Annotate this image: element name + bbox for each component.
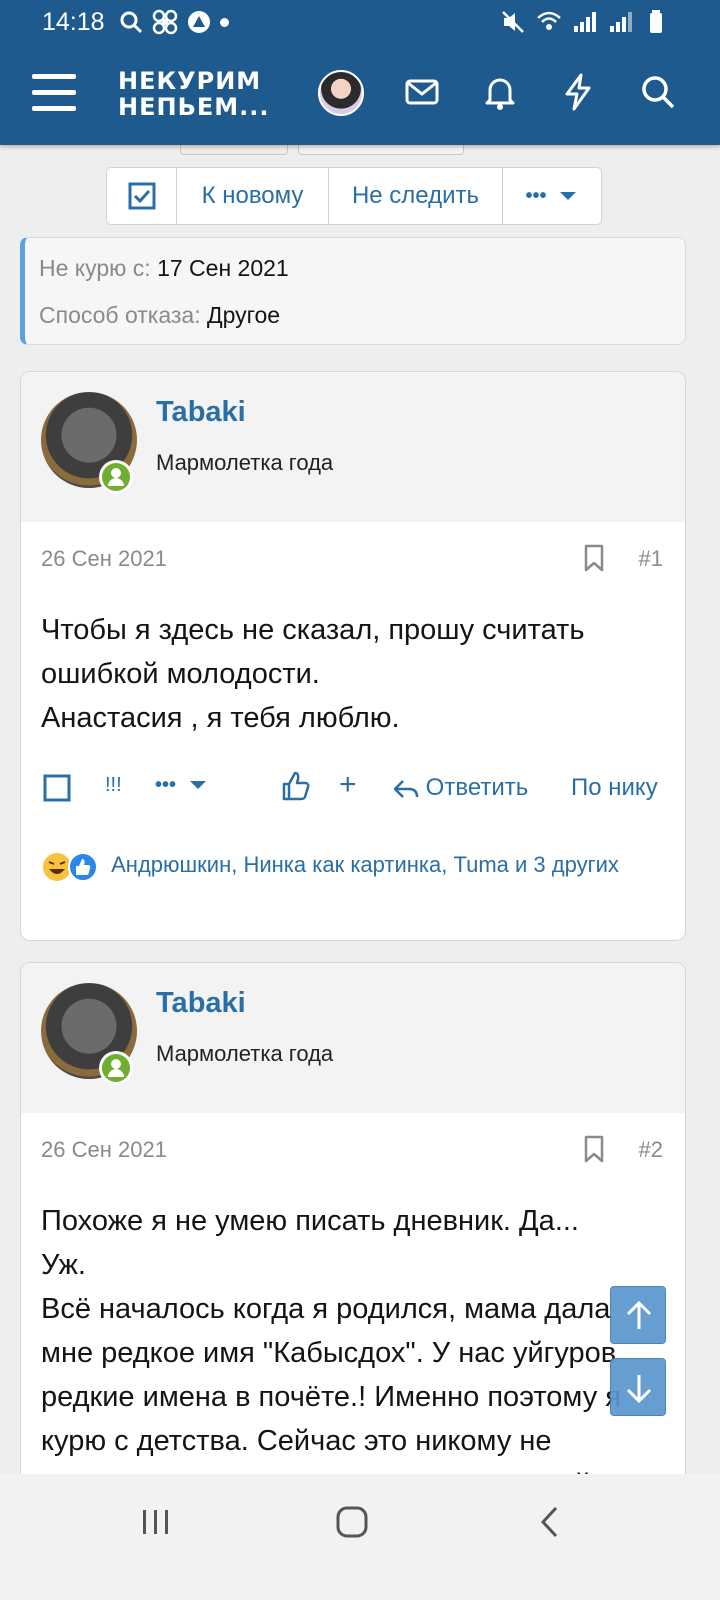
post-text-line: ошибкой молодости. xyxy=(41,658,320,690)
online-status-icon xyxy=(99,1051,133,1085)
post-text-line: Похоже я не умею писать дневник. Да... xyxy=(41,1205,579,1237)
reaction-icons xyxy=(41,851,103,883)
post-username[interactable]: Tabaki xyxy=(156,987,246,1020)
post-header: Tabaki Мармолетка года xyxy=(21,963,685,1113)
post-text-line: Всё началось когда я родился, мама дала xyxy=(41,1293,611,1325)
quit-method-label: Способ отказа: xyxy=(39,302,201,328)
post-date[interactable]: 26 Сен 2021 xyxy=(41,1137,167,1163)
reply-button[interactable]: Ответить xyxy=(393,774,528,802)
signal-2-icon xyxy=(610,12,632,32)
post-header: Tabaki Мармолетка года xyxy=(21,372,685,522)
quit-date-label: Не курю с: xyxy=(39,255,151,281)
app-notification-icon xyxy=(188,11,210,33)
jump-to-new-button[interactable]: К новому xyxy=(177,168,329,224)
search-notification-icon xyxy=(120,11,143,34)
post-more-dots: ••• xyxy=(155,774,177,796)
app-header: 14:18 НЕКУРИМ НЕПЬЕМ... xyxy=(0,0,720,145)
post-text-line: Анастасия , я тебя люблю. xyxy=(41,702,400,734)
post-body: Похоже я не умею писать дневник. Да... У… xyxy=(21,1187,685,1507)
post-number[interactable]: #1 xyxy=(639,546,663,572)
post-text-line: Чтобы я здесь не сказал, прошу считать xyxy=(41,614,585,646)
add-reaction-button[interactable]: + xyxy=(339,768,357,802)
home-icon[interactable] xyxy=(334,1504,370,1540)
account-avatar[interactable] xyxy=(318,70,364,116)
post-text-line: Уж. xyxy=(41,1249,86,1281)
user-title: Мармолетка года xyxy=(156,1041,334,1066)
status-time: 14:18 xyxy=(42,8,105,36)
bookmark-icon[interactable] xyxy=(583,544,605,572)
post-actions: !!! ••• + Ответить По нику xyxy=(21,754,685,826)
reactions-summary[interactable]: Андрюшкин, Нинка как картинка, Tuma и 3 … xyxy=(21,826,685,917)
status-system-icons xyxy=(500,8,670,36)
arrow-up-icon xyxy=(626,1300,652,1329)
mention-by-nick-button[interactable]: По нику xyxy=(571,774,658,802)
system-nav-bar xyxy=(0,1474,720,1600)
checkbox-checked-icon xyxy=(128,182,155,210)
quit-method-row: Способ отказа: Другое xyxy=(39,299,671,346)
report-button[interactable]: !!! xyxy=(105,774,122,797)
chevron-down-icon xyxy=(189,781,206,789)
site-logo[interactable]: НЕКУРИМ НЕПЬЕМ... xyxy=(118,68,270,120)
wifi-icon xyxy=(537,11,561,30)
arrow-down-icon xyxy=(626,1375,652,1404)
bell-icon[interactable] xyxy=(480,72,520,112)
reply-icon xyxy=(393,779,419,798)
online-status-icon xyxy=(99,460,133,494)
post-text-line: курю с детства. Сейчас это никому не xyxy=(41,1425,552,1457)
post-1: Tabaki Мармолетка года 26 Сен 2021 #1 Чт… xyxy=(20,371,686,941)
post-number[interactable]: #2 xyxy=(639,1137,663,1163)
more-notifications-dot xyxy=(220,18,229,27)
post-meta: 26 Сен 2021 #1 xyxy=(21,522,685,596)
pinwheel-notification-icon xyxy=(152,9,178,35)
post-meta: 26 Сен 2021 #2 xyxy=(21,1113,685,1187)
scroll-up-button[interactable] xyxy=(610,1286,666,1344)
like-reaction-icon xyxy=(68,852,98,883)
post-text-line: редкие имена в почёте.! Именно поэтому я xyxy=(41,1381,621,1413)
reply-label: Ответить xyxy=(425,774,529,801)
signal-icon xyxy=(574,12,596,32)
post-more-button[interactable]: ••• xyxy=(155,774,208,797)
quit-method-value: Другое xyxy=(207,302,281,328)
tab-peek-left[interactable] xyxy=(180,145,288,155)
logo-line-1: НЕКУРИМ xyxy=(118,67,262,95)
battery-icon xyxy=(650,10,662,33)
post-date[interactable]: 26 Сен 2021 xyxy=(41,546,167,572)
mute-icon xyxy=(502,11,524,33)
quit-date-value: 17 Сен 2021 xyxy=(157,255,289,281)
bookmark-icon[interactable] xyxy=(583,1135,605,1163)
quit-date-row: Не курю с: 17 Сен 2021 xyxy=(39,252,671,299)
post-body: Чтобы я здесь не сказал, прошу считать о… xyxy=(21,596,685,740)
more-dots: ••• xyxy=(525,184,547,207)
select-post-checkbox[interactable] xyxy=(43,774,71,802)
reactions-text: Андрюшкин, Нинка как картинка, Tuma и 3 … xyxy=(111,852,619,877)
recent-apps-icon[interactable] xyxy=(138,1504,174,1540)
lightning-icon[interactable] xyxy=(558,72,598,112)
search-icon[interactable] xyxy=(638,72,678,112)
post-username[interactable]: Tabaki xyxy=(156,396,246,429)
logo-line-2: НЕПЬЕМ... xyxy=(118,93,270,121)
thread-actions-group: К новому Не следить ••• xyxy=(106,167,602,225)
tab-peek-right[interactable] xyxy=(298,145,464,155)
thread-info-block: Не курю с: 17 Сен 2021 Способ отказа: Др… xyxy=(20,237,686,345)
user-title: Мармолетка года xyxy=(156,450,334,475)
mail-icon[interactable] xyxy=(402,72,442,112)
like-icon[interactable] xyxy=(281,770,311,802)
chevron-down-icon xyxy=(559,192,576,200)
menu-button[interactable] xyxy=(32,74,76,112)
more-options-button[interactable]: ••• xyxy=(503,168,601,224)
post-text-line: мне редкое имя "Кабысдох". У нас уйгуров xyxy=(41,1337,617,1369)
back-icon[interactable] xyxy=(532,1504,568,1540)
select-checkbox-button[interactable] xyxy=(107,168,177,224)
scroll-down-button[interactable] xyxy=(610,1358,666,1416)
unwatch-button[interactable]: Не следить xyxy=(329,168,503,224)
status-notification-icons xyxy=(118,8,212,36)
